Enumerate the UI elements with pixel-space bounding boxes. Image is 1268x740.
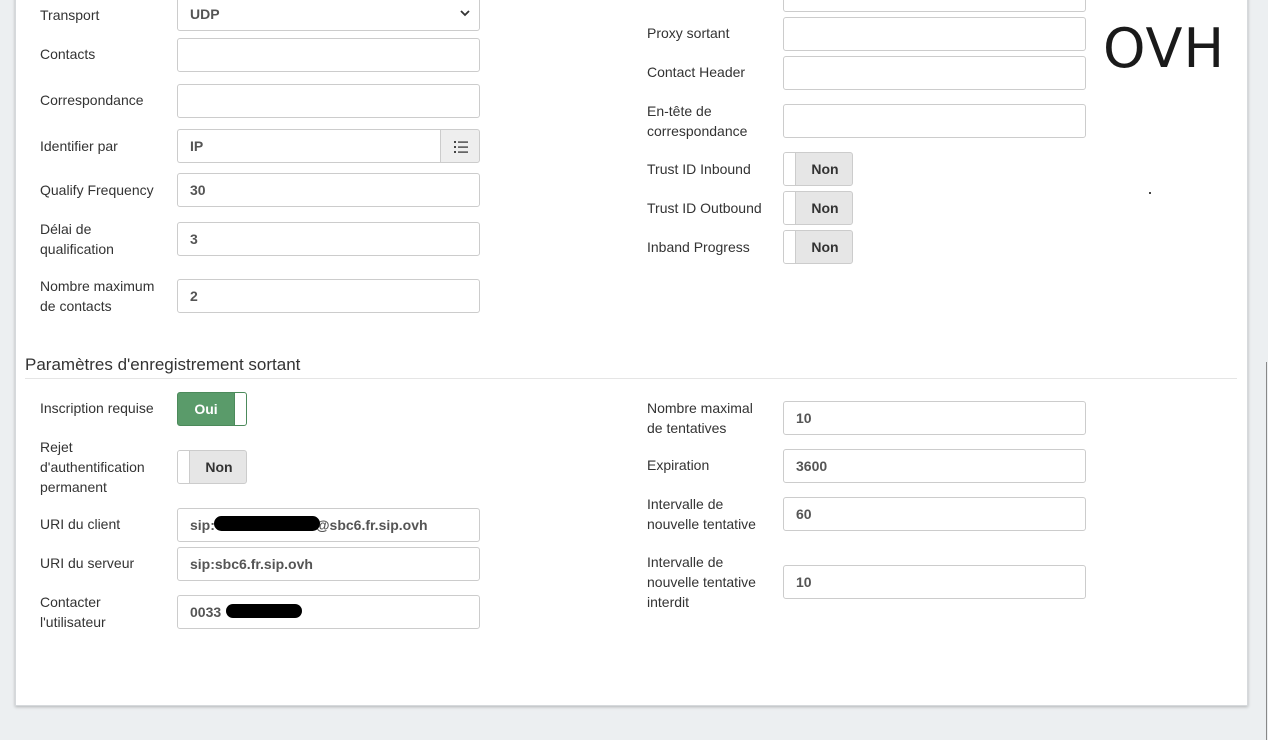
transport-select[interactable]: UDP xyxy=(177,0,480,31)
toggle-state: Non xyxy=(205,459,233,475)
trust-id-outbound-toggle[interactable]: Non xyxy=(783,191,853,225)
trust-id-inbound-toggle[interactable]: Non xyxy=(783,152,853,186)
forbidden-retry-interval-input[interactable]: 10 xyxy=(783,565,1086,599)
correspondance-input[interactable] xyxy=(177,84,480,118)
permanent-auth-reject-label: Rejet d'authentification permanent xyxy=(40,439,145,495)
contact-user-label: Contacter l'utilisateur xyxy=(40,594,106,630)
toggle-state: Non xyxy=(811,239,839,255)
outbound-proxy-label: Proxy sortant xyxy=(647,25,730,41)
list-icon xyxy=(454,141,468,153)
qualify-frequency-input[interactable]: 30 xyxy=(177,173,480,207)
toggle-state: Non xyxy=(811,161,839,177)
trust-id-outbound-label: Trust ID Outbound xyxy=(647,200,762,216)
inband-progress-toggle[interactable]: Non xyxy=(783,230,853,264)
contacts-input[interactable] xyxy=(177,38,480,72)
correspondance-label: Correspondance xyxy=(40,92,144,108)
truncated-input[interactable] xyxy=(783,0,1086,12)
chevron-down-icon xyxy=(460,10,470,17)
outbound-proxy-input[interactable] xyxy=(783,17,1086,51)
redaction-mark xyxy=(226,604,302,618)
contact-user-prefix: 0033 xyxy=(190,604,222,620)
permanent-auth-reject-toggle[interactable]: Non xyxy=(177,450,247,484)
registration-required-toggle[interactable]: Oui xyxy=(177,392,247,426)
server-uri-label: URI du serveur xyxy=(40,555,135,571)
transport-value: UDP xyxy=(190,6,220,22)
qualify-delay-input[interactable]: 3 xyxy=(177,222,480,256)
identify-by-list-button[interactable] xyxy=(440,129,480,163)
forbidden-retry-interval-label: Intervalle de nouvelle tentative interdi… xyxy=(647,554,756,610)
inband-progress-label: Inband Progress xyxy=(647,239,750,255)
client-uri-prefix: sip: xyxy=(190,517,215,533)
contacts-label: Contacts xyxy=(40,46,96,62)
identify-by-field: IP xyxy=(177,129,480,163)
contact-user-input[interactable]: 0033 xyxy=(177,595,480,629)
section-title: Paramètres d'enregistrement sortant xyxy=(25,355,301,374)
max-contacts-label: Nombre maximum de contacts xyxy=(40,278,155,314)
ovh-annotation: OVH xyxy=(1103,17,1226,80)
retry-interval-input[interactable]: 60 xyxy=(783,497,1086,531)
retry-interval-label: Intervalle de nouvelle tentative xyxy=(647,496,756,532)
toggle-state: Non xyxy=(811,200,839,216)
scrollbar-edge xyxy=(1266,362,1267,740)
qualify-frequency-label: Qualify Frequency xyxy=(40,182,154,198)
toggle-state: Oui xyxy=(194,401,218,417)
trust-id-inbound-label: Trust ID Inbound xyxy=(647,161,751,177)
max-retries-label: Nombre maximal de tentatives xyxy=(647,400,753,436)
transport-label: Transport xyxy=(40,7,100,23)
section-divider xyxy=(25,378,1237,379)
match-header-input[interactable] xyxy=(783,104,1086,138)
stray-dot xyxy=(1149,192,1151,194)
qualify-delay-label: Délai de qualification xyxy=(40,221,114,257)
registration-required-label: Inscription requise xyxy=(40,400,154,416)
contact-header-input[interactable] xyxy=(783,56,1086,90)
expiration-label: Expiration xyxy=(647,457,710,473)
redaction-mark xyxy=(214,516,320,531)
identify-by-label: Identifier par xyxy=(40,138,118,154)
server-uri-input[interactable]: sip:sbc6.fr.sip.ovh xyxy=(177,547,480,581)
expiration-input[interactable]: 3600 xyxy=(783,449,1086,483)
client-uri-label: URI du client xyxy=(40,516,121,532)
contact-header-label: Contact Header xyxy=(647,64,746,80)
max-contacts-input[interactable]: 2 xyxy=(177,279,480,313)
client-uri-suffix: @sbc6.fr.sip.ovh xyxy=(315,517,428,533)
identify-by-input[interactable]: IP xyxy=(177,129,441,163)
match-header-label: En-tête de correspondance xyxy=(647,103,748,139)
max-retries-input[interactable]: 10 xyxy=(783,401,1086,435)
